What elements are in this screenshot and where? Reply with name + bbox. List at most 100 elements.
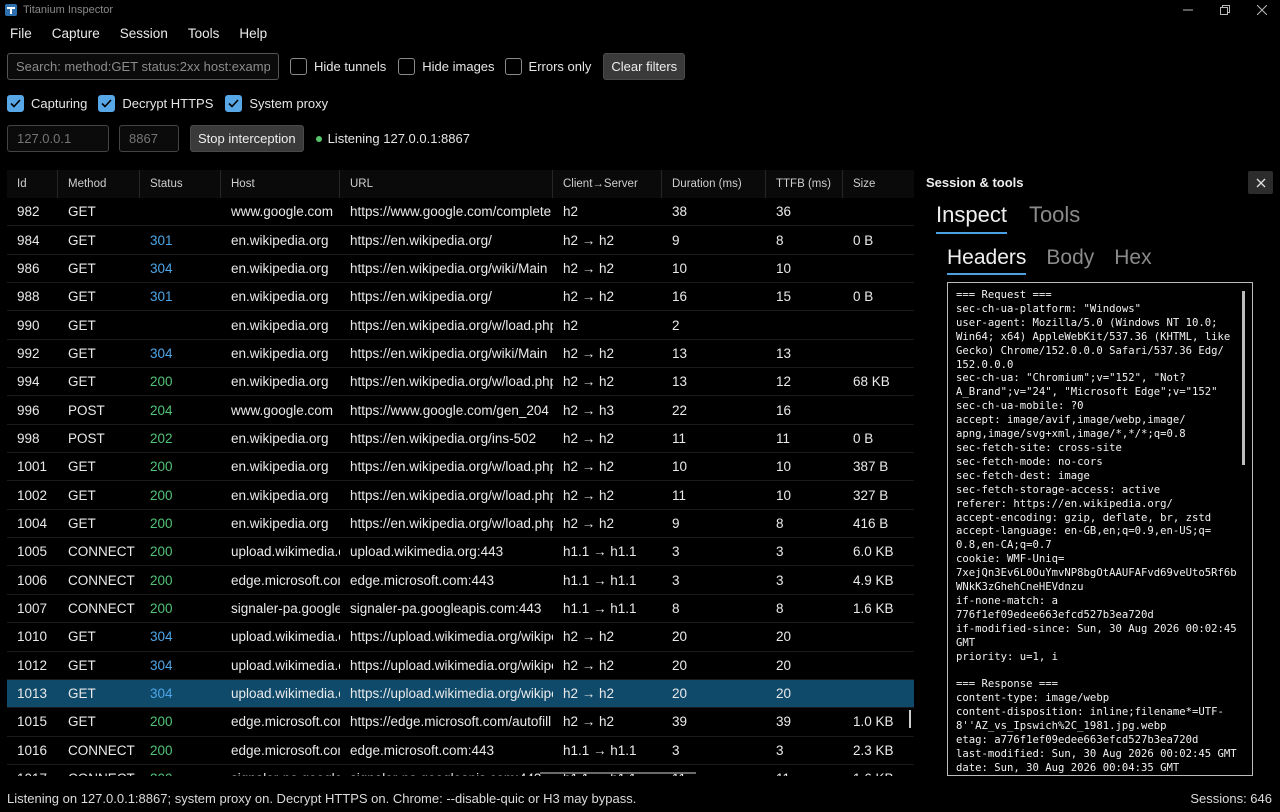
- menu-tools[interactable]: Tools: [178, 26, 230, 41]
- cell-method: CONNECT: [68, 544, 135, 560]
- cell-duration: 20: [672, 657, 688, 673]
- table-row[interactable]: 1017CONNECT200signaler-pa.googleapis.com…: [7, 765, 914, 776]
- decrypt-https-checkbox[interactable]: Decrypt HTTPS: [98, 94, 213, 112]
- table-row[interactable]: 990 GET en.wikipedia.org https://en.wikiped…: [7, 311, 914, 340]
- cell-protocol: h2: [563, 204, 579, 220]
- vertical-scrollbar[interactable]: [909, 710, 911, 728]
- cell-duration: 9: [672, 232, 680, 248]
- headers-textbox[interactable]: === Request === sec-ch-ua-platform: "Win…: [947, 282, 1253, 776]
- tab-headers[interactable]: Headers: [947, 246, 1027, 275]
- cell-host: edge.microsoft.com: [231, 742, 340, 758]
- table-row[interactable]: 1006 CONNECT 200 edge.microsoft.com edge.mic…: [7, 566, 914, 595]
- table-row[interactable]: 984 GET 301 en.wikipedia.org https://en.wiki…: [7, 226, 914, 255]
- column-header-url[interactable]: URL: [340, 170, 553, 198]
- column-header-duration[interactable]: Duration (ms): [662, 170, 766, 198]
- cell-ttfb: 3: [776, 544, 784, 560]
- column-header-protocol[interactable]: Client→Server: [553, 170, 662, 198]
- table-row[interactable]: 994 GET 200 en.wikipedia.org https://en.wiki…: [7, 368, 914, 397]
- close-window-icon[interactable]: [1243, 0, 1280, 20]
- cell-status: 200: [150, 544, 173, 560]
- horizontal-scrollbar[interactable]: [540, 772, 696, 774]
- table-row[interactable]: 992 GET 304 en.wikipedia.org https://en.wiki…: [7, 340, 914, 369]
- capture-toggles: Capturing Decrypt HTTPS System proxy: [7, 93, 330, 113]
- errors-only-checkbox[interactable]: Errors only: [504, 58, 591, 75]
- cell-ttfb: 20: [776, 657, 792, 673]
- table-row[interactable]: 1016 CONNECT 200 edge.microsoft.com edge.mic…: [7, 737, 914, 765]
- menu-session[interactable]: Session: [110, 26, 178, 41]
- close-panel-button[interactable]: [1248, 171, 1273, 194]
- cell-protocol: h2 → h2: [563, 714, 615, 730]
- cell-size: 0 B: [853, 232, 874, 248]
- cell-size: [843, 623, 914, 651]
- column-header-size[interactable]: Size: [843, 170, 914, 198]
- check-icon[interactable]: [225, 94, 243, 112]
- table-row[interactable]: 1004 GET 200 en.wikipedia.org https://en.wik…: [7, 510, 914, 539]
- tab-hex[interactable]: Hex: [1114, 246, 1151, 275]
- cell-url: https://upload.wikimedia.org/wikipedia: [350, 657, 553, 673]
- cell-method: POST: [68, 430, 105, 446]
- checkbox-box[interactable]: [290, 58, 307, 75]
- check-icon[interactable]: [98, 94, 116, 112]
- cell-host: signaler-pa.googleapis.com: [221, 765, 340, 776]
- cell-id: 1010: [17, 629, 48, 645]
- cell-method: GET: [68, 686, 96, 702]
- checkbox-box[interactable]: [398, 58, 416, 75]
- column-header-host[interactable]: Host: [221, 170, 340, 198]
- cell-size: 327 B: [853, 487, 889, 503]
- table-row[interactable]: 996 POST 204 www.google.com https://www.goog…: [7, 396, 914, 425]
- check-icon[interactable]: [7, 94, 24, 112]
- hide-tunnels-label: Hide tunnels: [314, 59, 387, 74]
- cell-method: CONNECT: [68, 600, 135, 616]
- cell-id: 994: [17, 374, 40, 390]
- clear-filters-button[interactable]: Clear filters: [603, 53, 686, 80]
- cell-host: edge.microsoft.com: [231, 714, 340, 730]
- cell-protocol: h2 → h3: [563, 402, 615, 418]
- column-header-status[interactable]: Status: [140, 170, 221, 198]
- table-row[interactable]: 1001 GET 200 en.wikipedia.org https://en.wik…: [7, 453, 914, 482]
- headers-scrollbar[interactable]: [1242, 291, 1245, 465]
- column-header-ttfb[interactable]: TTFB (ms): [766, 170, 843, 198]
- table-row[interactable]: 1007 CONNECT 200 signaler-pa.googleapis.com…: [7, 595, 914, 624]
- table-row[interactable]: 1015 GET 200 edge.microsoft.com https://edge…: [7, 708, 914, 737]
- table-row[interactable]: 988 GET 301 en.wikipedia.org https://en.wiki…: [7, 283, 914, 312]
- hide-images-checkbox[interactable]: Hide images: [398, 58, 495, 75]
- system-proxy-checkbox[interactable]: System proxy: [225, 94, 328, 112]
- cell-id: 1007: [17, 600, 48, 616]
- menu-help[interactable]: Help: [229, 26, 277, 41]
- tab-tools[interactable]: Tools: [1029, 202, 1080, 234]
- title-bar: Titanium Inspector: [0, 0, 1280, 20]
- search-input[interactable]: [7, 53, 279, 80]
- column-header-id[interactable]: Id: [7, 170, 58, 198]
- stop-interception-button[interactable]: Stop interception: [190, 125, 304, 152]
- cell-size: 1.0 KB: [853, 714, 894, 730]
- table-row[interactable]: 986 GET 304 en.wikipedia.org https://en.wiki…: [7, 255, 914, 284]
- cell-host: www.google.com: [231, 402, 334, 418]
- cell-status: 301: [150, 232, 173, 248]
- cell-ttfb: [766, 311, 843, 339]
- port-input[interactable]: [119, 125, 179, 152]
- checkbox-box[interactable]: [504, 58, 522, 75]
- tab-body[interactable]: Body: [1046, 246, 1094, 275]
- column-header-method[interactable]: Method: [58, 170, 140, 198]
- menu-file[interactable]: File: [0, 26, 42, 41]
- table-row[interactable]: 1002 GET 200 en.wikipedia.org https://en.wik…: [7, 481, 914, 510]
- tab-inspect[interactable]: Inspect: [936, 202, 1007, 234]
- cell-ttfb: 20: [776, 629, 792, 645]
- table-row[interactable]: 1010 GET 304 upload.wikimedia.org https://up…: [7, 623, 914, 652]
- cell-host: en.wikipedia.org: [231, 289, 329, 305]
- table-row[interactable]: 1005 CONNECT 200 upload.wikimedia.org upload…: [7, 538, 914, 567]
- menu-capture[interactable]: Capture: [42, 26, 110, 41]
- minimize-icon[interactable]: [1169, 0, 1206, 20]
- capturing-checkbox[interactable]: Capturing: [7, 94, 87, 112]
- table-header: Id Method Status Host URL Client→Server …: [7, 170, 914, 198]
- hide-tunnels-checkbox[interactable]: Hide tunnels: [290, 58, 386, 75]
- table-row[interactable]: 982 GET www.google.com https://www.google.c…: [7, 198, 914, 227]
- cell-id: 1002: [17, 487, 48, 503]
- table-row[interactable]: 998 POST 202 en.wikipedia.org https://en.wik…: [7, 425, 914, 454]
- host-input[interactable]: [7, 125, 109, 152]
- restore-icon[interactable]: [1206, 0, 1243, 20]
- cell-protocol: h2 → h2: [563, 686, 615, 702]
- cell-host: edge.microsoft.com: [231, 572, 340, 588]
- table-row[interactable]: 1013 GET 304 upload.wikimedia.org https://up…: [7, 679, 914, 709]
- table-row[interactable]: 1012 GET 304 upload.wikimedia.org https://up…: [7, 652, 914, 680]
